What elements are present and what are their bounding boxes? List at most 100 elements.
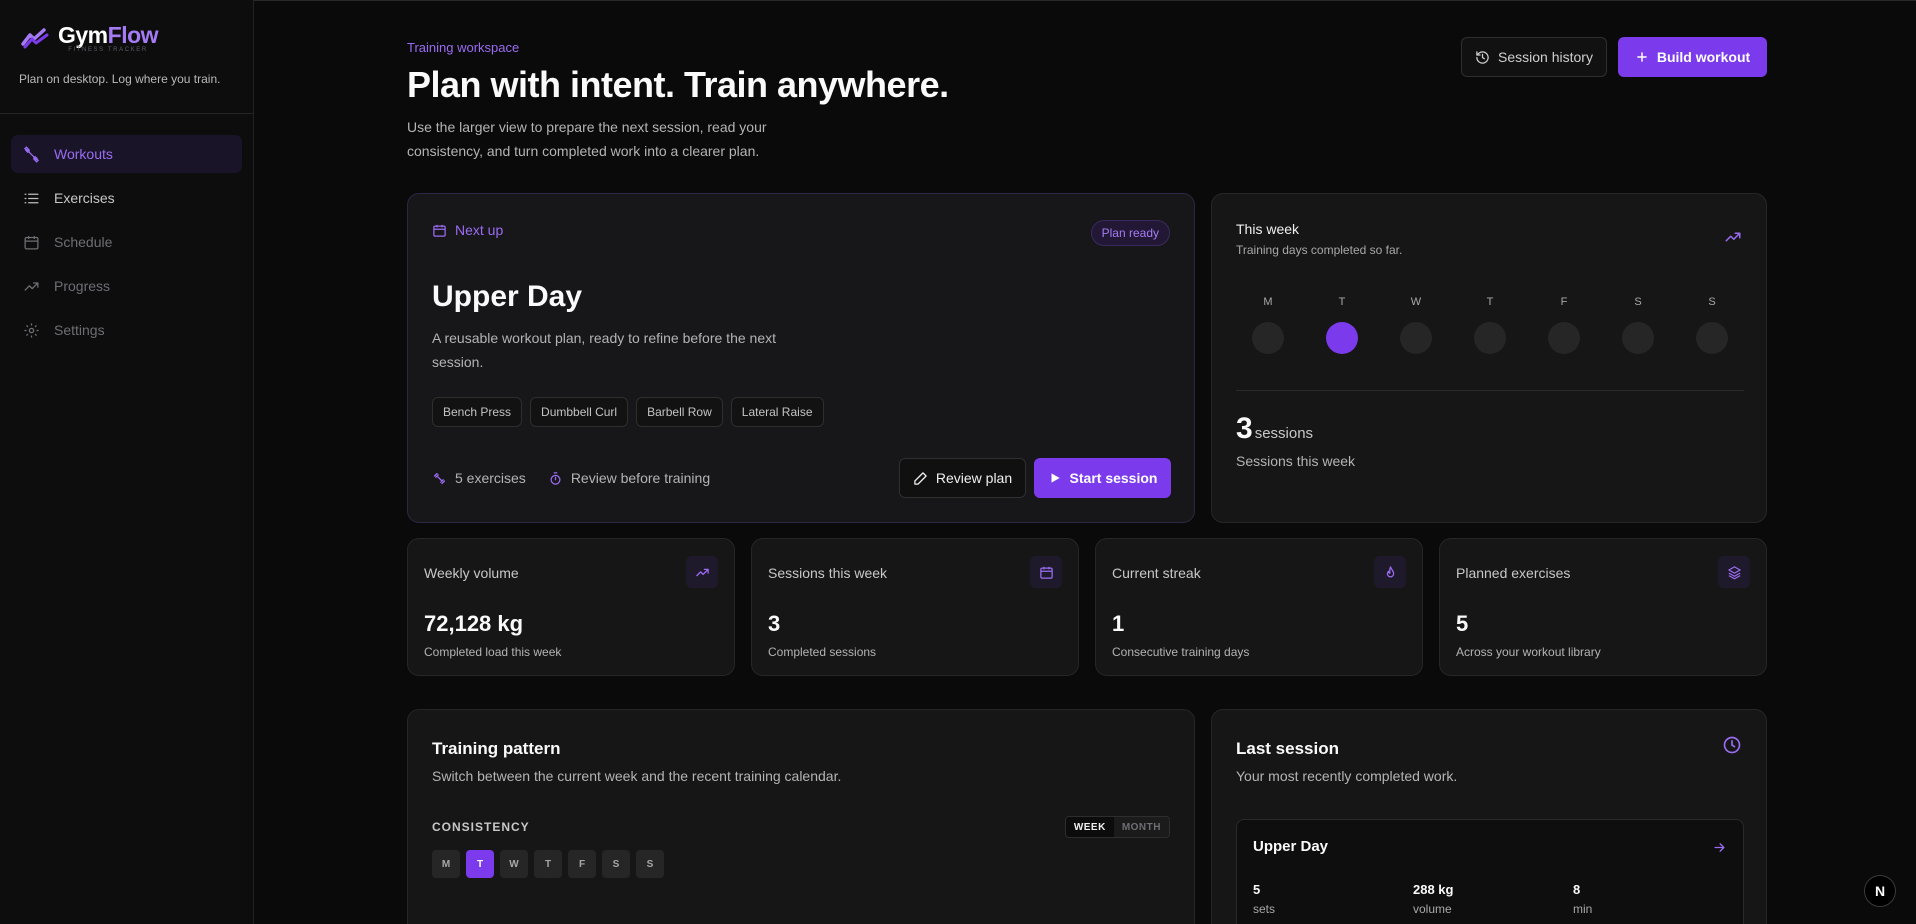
week-day: S — [1622, 296, 1654, 354]
sessions-count-unit: sessions — [1254, 425, 1314, 442]
last-session-title: Last session — [1236, 739, 1339, 758]
day-indicator-completed — [1326, 322, 1358, 354]
consistency-days: M T W T F S S — [432, 850, 664, 878]
sessions-count: 3 sessions — [1236, 412, 1313, 446]
week-month-toggle: WEEK MONTH — [1064, 816, 1170, 838]
stat-subtext: Across your workout library — [1456, 645, 1601, 659]
last-session-subtitle: Your most recently completed work. — [1236, 768, 1458, 784]
consistency-day: F — [568, 850, 596, 878]
last-session-name: Upper Day — [1253, 838, 1329, 855]
sessions-footer: Sessions this week — [1236, 453, 1356, 469]
week-day: W — [1400, 296, 1432, 354]
day-letter: W — [1410, 296, 1422, 308]
stat-icon-box — [1718, 556, 1750, 588]
flame-icon — [1386, 565, 1394, 577]
app-tagline: Plan on desktop. Log where you train. — [19, 72, 221, 86]
page-eyebrow: Training workspace — [407, 40, 520, 55]
calendar-icon — [1039, 566, 1053, 579]
sidebar-item-label: Settings — [54, 322, 105, 338]
tab-month[interactable]: MONTH — [1113, 817, 1169, 837]
sidebar-item-workouts[interactable]: Workouts — [11, 135, 242, 173]
top-border — [0, 0, 1916, 1]
training-pattern-card: Training pattern Switch between the curr… — [407, 709, 1195, 924]
workout-meta: 5 exercises Review before training — [432, 470, 710, 486]
consistency-day: S — [602, 850, 630, 878]
sidebar-item-progress[interactable]: Progress — [11, 267, 242, 305]
sidebar: GymFlow FITNESS TRACKER Plan on desktop.… — [0, 0, 254, 924]
stat-value: 3 — [768, 611, 781, 636]
sidebar-item-label: Exercises — [54, 190, 115, 206]
stat-value: 5 — [1456, 611, 1469, 636]
build-workout-label: Build workout — [1656, 49, 1751, 65]
day-letter: T — [1486, 296, 1494, 308]
history-icon — [1476, 50, 1489, 64]
stat-subtext: Completed load this week — [424, 645, 562, 659]
training-pattern-title: Training pattern — [432, 739, 561, 758]
start-session-button[interactable]: Start session — [1034, 458, 1171, 498]
last-session-item[interactable]: Upper Day 5 sets 288 kg volume 8 min — [1236, 819, 1744, 924]
review-hint: Review before training — [548, 470, 710, 486]
sidebar-item-exercises[interactable]: Exercises — [11, 179, 242, 217]
brand-logo[interactable]: GymFlow FITNESS TRACKER — [20, 22, 159, 53]
day-indicator — [1622, 322, 1654, 354]
exercise-count-text: 5 exercises — [455, 470, 526, 486]
stat-value: 72,128 kg — [424, 611, 524, 636]
this-week-card: This week Training days completed so far… — [1211, 193, 1767, 523]
sets-stat: 5 sets — [1253, 882, 1413, 916]
sidebar-item-label: Workouts — [54, 146, 113, 162]
exercise-count: 5 exercises — [432, 470, 526, 486]
stat-icon-box — [1374, 556, 1406, 588]
plus-icon — [1637, 52, 1647, 62]
layers-icon — [1727, 565, 1741, 579]
build-workout-button[interactable]: Build workout — [1618, 37, 1767, 77]
consistency-day: M — [432, 850, 460, 878]
review-plan-label: Review plan — [935, 470, 1013, 486]
gear-icon — [24, 322, 39, 338]
next-up-text: Next up — [455, 222, 504, 238]
stat-sessions-week: Sessions this week 3 Completed sessions — [751, 538, 1079, 676]
sessions-count-value: 3 — [1236, 412, 1253, 445]
volume-value: 288 kg — [1413, 882, 1454, 897]
arrow-right-icon — [1714, 843, 1725, 852]
day-indicator — [1474, 322, 1506, 354]
gymflow-logo-icon — [21, 27, 49, 48]
timer-icon — [550, 471, 561, 485]
exercise-chip: Bench Press — [432, 397, 523, 427]
exercise-chip: Dumbbell Curl — [530, 397, 629, 427]
day-letter: S — [1634, 296, 1642, 308]
sidebar-item-schedule[interactable]: Schedule — [11, 223, 242, 261]
dumbbell-icon — [23, 145, 40, 163]
page-title: Plan with intent. Train anywhere. — [407, 64, 949, 105]
consistency-day: S — [636, 850, 664, 878]
nextjs-dev-badge[interactable]: N — [1864, 875, 1896, 907]
list-icon — [24, 193, 39, 203]
consistency-day: T — [534, 850, 562, 878]
pencil-icon — [914, 471, 927, 485]
stat-label: Planned exercises — [1456, 565, 1571, 581]
day-indicator — [1252, 322, 1284, 354]
day-letter: S — [1708, 296, 1716, 308]
duration-stat: 8 min — [1573, 882, 1733, 916]
tab-week[interactable]: WEEK — [1065, 817, 1114, 837]
day-indicator — [1696, 322, 1728, 354]
week-day: F — [1548, 296, 1580, 354]
next-up-card: Next up Plan ready Upper Day A reusable … — [407, 193, 1195, 523]
sidebar-nav: Workouts Exercises Schedule Progress Set… — [11, 135, 242, 355]
status-badge: Plan ready — [1090, 220, 1170, 246]
trending-up-icon — [695, 568, 709, 576]
day-letter: F — [1560, 296, 1568, 308]
review-plan-button[interactable]: Review plan — [899, 458, 1026, 498]
week-days: M T W T F S S — [1252, 296, 1728, 354]
stat-label: Sessions this week — [768, 565, 888, 581]
training-pattern-subtitle: Switch between the current week and the … — [432, 768, 842, 784]
sidebar-item-settings[interactable]: Settings — [11, 311, 242, 349]
exercise-chip: Barbell Row — [636, 397, 723, 427]
session-history-button[interactable]: Session history — [1461, 37, 1607, 77]
sidebar-item-label: Progress — [54, 278, 111, 294]
exercise-chip: Lateral Raise — [730, 397, 824, 427]
workout-description: A reusable workout plan, ready to refine… — [432, 330, 776, 370]
day-indicator — [1400, 322, 1432, 354]
next-up-label: Next up — [432, 222, 503, 238]
workout-title: Upper Day — [432, 280, 583, 313]
review-hint-text: Review before training — [570, 470, 711, 486]
